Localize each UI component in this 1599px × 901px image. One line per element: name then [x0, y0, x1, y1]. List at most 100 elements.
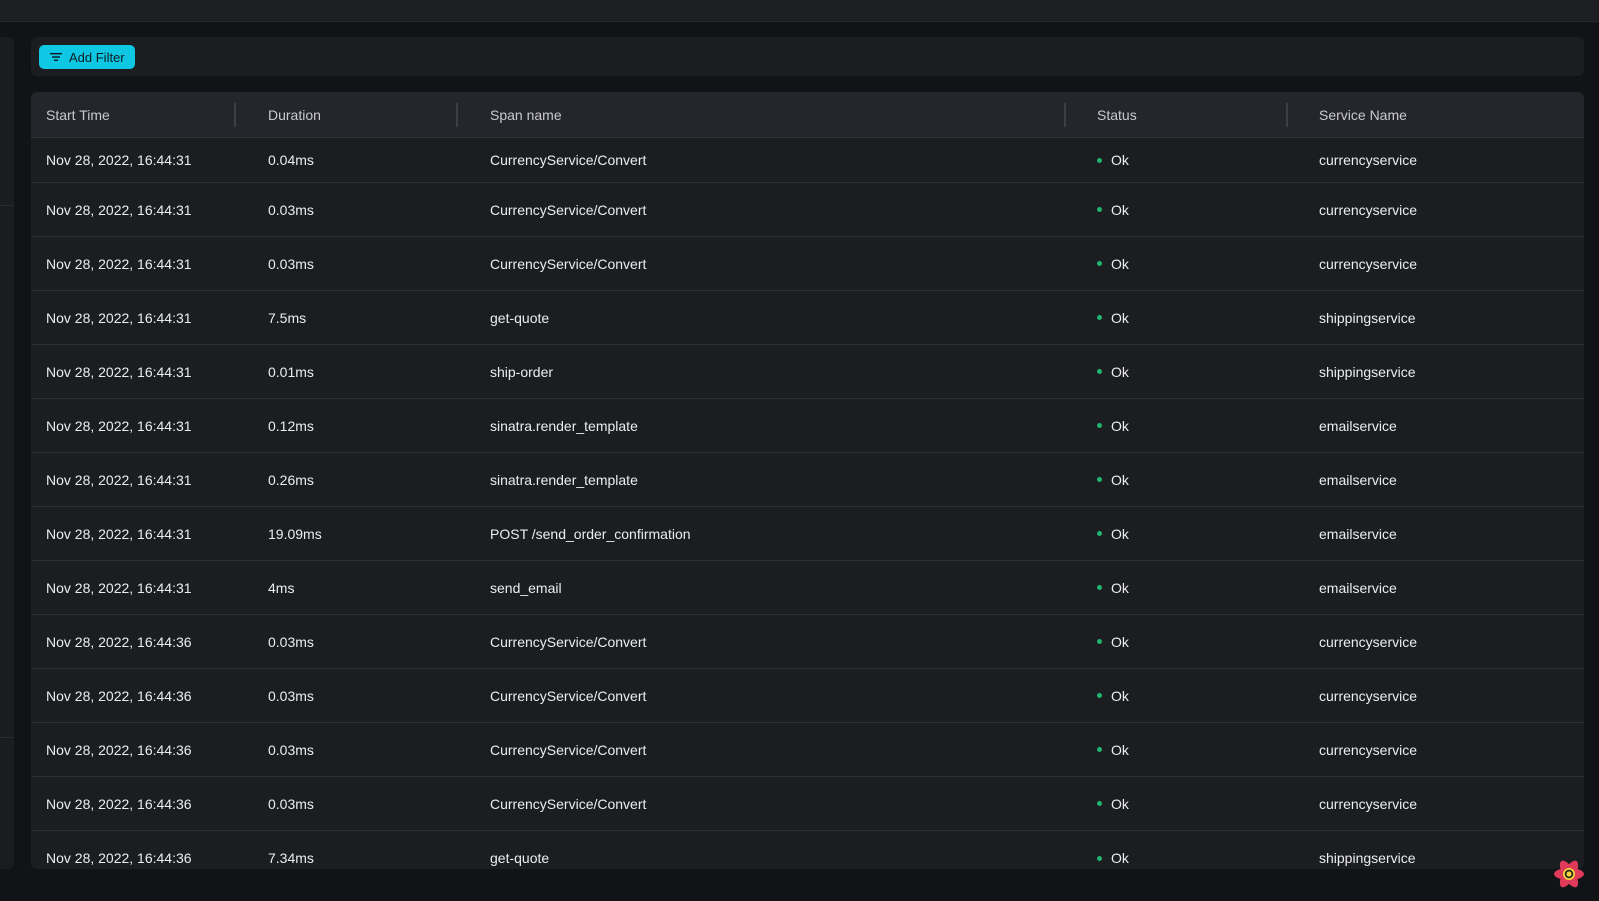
status-ok-icon	[1097, 477, 1102, 482]
react-devtools-icon[interactable]	[1552, 857, 1586, 891]
add-filter-label: Add Filter	[69, 49, 125, 65]
status-label: Ok	[1111, 850, 1129, 866]
cell-start-time: Nov 28, 2022, 16:44:31	[46, 363, 192, 380]
status-label: Ok	[1111, 633, 1129, 650]
cell-span-name: CurrencyService/Convert	[490, 255, 647, 272]
table-row[interactable]: Nov 28, 2022, 16:44:36 0.03ms CurrencySe…	[31, 669, 1584, 723]
column-header-start-time[interactable]: Start Time	[46, 92, 110, 137]
status-ok-icon	[1097, 157, 1102, 163]
column-resize-handle[interactable]	[1286, 103, 1288, 127]
table-row[interactable]: Nov 28, 2022, 16:44:31 0.04ms CurrencySe…	[31, 138, 1584, 183]
status-ok-icon	[1097, 639, 1102, 644]
table-row[interactable]: Nov 28, 2022, 16:44:31 7.5ms get-quote O…	[31, 291, 1584, 345]
cell-service-name: currencyservice	[1319, 687, 1418, 704]
cell-start-time: Nov 28, 2022, 16:44:31	[46, 417, 192, 434]
table-row[interactable]: Nov 28, 2022, 16:44:31 0.12ms sinatra.re…	[31, 399, 1584, 453]
cell-status: Ok	[1095, 138, 1129, 182]
status-label: Ok	[1111, 579, 1129, 596]
cell-status: Ok	[1095, 831, 1129, 869]
cell-service-name: emailservice	[1319, 417, 1397, 434]
side-panel-divider	[0, 205, 14, 206]
status-ok-icon	[1097, 207, 1102, 212]
cell-service-name: shippingservice	[1319, 363, 1416, 380]
cell-service-name: currencyservice	[1319, 795, 1418, 812]
cell-span-name: CurrencyService/Convert	[490, 152, 647, 168]
column-header-span-name[interactable]: Span name	[490, 92, 562, 137]
cell-start-time: Nov 28, 2022, 16:44:36	[46, 633, 192, 650]
cell-start-time: Nov 28, 2022, 16:44:36	[46, 795, 192, 812]
spans-table: Start Time Duration Span name Status Ser…	[31, 92, 1584, 869]
table-row[interactable]: Nov 28, 2022, 16:44:36 0.03ms CurrencySe…	[31, 615, 1584, 669]
table-row[interactable]: Nov 28, 2022, 16:44:31 0.01ms ship-order…	[31, 345, 1584, 399]
cell-span-name: CurrencyService/Convert	[490, 201, 647, 218]
cell-service-name: currencyservice	[1319, 741, 1418, 758]
cell-duration: 0.03ms	[268, 795, 314, 812]
cell-status: Ok	[1095, 183, 1129, 236]
cell-duration: 0.03ms	[268, 687, 314, 704]
table-row[interactable]: Nov 28, 2022, 16:44:31 0.26ms sinatra.re…	[31, 453, 1584, 507]
column-header-service-name[interactable]: Service Name	[1319, 92, 1407, 137]
cell-status: Ok	[1095, 615, 1129, 668]
cell-duration: 19.09ms	[268, 525, 322, 542]
cell-service-name: currencyservice	[1319, 255, 1418, 272]
status-label: Ok	[1111, 363, 1129, 380]
status-label: Ok	[1111, 152, 1129, 168]
cell-status: Ok	[1095, 507, 1129, 560]
column-resize-handle[interactable]	[456, 103, 458, 127]
cell-service-name: currencyservice	[1319, 201, 1418, 218]
table-row[interactable]: Nov 28, 2022, 16:44:31 19.09ms POST /sen…	[31, 507, 1584, 561]
status-label: Ok	[1111, 309, 1129, 326]
table-row[interactable]: Nov 28, 2022, 16:44:36 0.03ms CurrencySe…	[31, 723, 1584, 777]
status-ok-icon	[1097, 855, 1102, 861]
column-resize-handle[interactable]	[1064, 103, 1066, 127]
status-label: Ok	[1111, 417, 1129, 434]
cell-span-name: send_email	[490, 579, 562, 596]
cell-duration: 4ms	[268, 579, 295, 596]
cell-start-time: Nov 28, 2022, 16:44:36	[46, 687, 192, 704]
cell-duration: 0.01ms	[268, 363, 314, 380]
column-header-duration[interactable]: Duration	[268, 92, 321, 137]
cell-start-time: Nov 28, 2022, 16:44:31	[46, 579, 192, 596]
top-bar	[0, 0, 1599, 22]
table-row[interactable]: Nov 28, 2022, 16:44:31 4ms send_email Ok…	[31, 561, 1584, 615]
cell-span-name: CurrencyService/Convert	[490, 687, 647, 704]
column-resize-handle[interactable]	[234, 103, 236, 127]
add-filter-button[interactable]: Add Filter	[39, 45, 135, 69]
cell-service-name: emailservice	[1319, 471, 1397, 488]
status-label: Ok	[1111, 471, 1129, 488]
cell-duration: 0.12ms	[268, 417, 314, 434]
cell-service-name: currencyservice	[1319, 152, 1418, 168]
table-row[interactable]: Nov 28, 2022, 16:44:31 0.03ms CurrencySe…	[31, 183, 1584, 237]
status-label: Ok	[1111, 255, 1129, 272]
table-row[interactable]: Nov 28, 2022, 16:44:36 0.03ms CurrencySe…	[31, 777, 1584, 831]
table-header: Start Time Duration Span name Status Ser…	[31, 92, 1584, 138]
status-label: Ok	[1111, 687, 1129, 704]
status-ok-icon	[1097, 315, 1102, 320]
status-ok-icon	[1097, 585, 1102, 590]
cell-span-name: CurrencyService/Convert	[490, 633, 647, 650]
filter-bar: Add Filter	[31, 37, 1584, 76]
status-ok-icon	[1097, 801, 1102, 806]
cell-service-name: shippingservice	[1319, 309, 1416, 326]
cell-duration: 0.03ms	[268, 255, 314, 272]
status-ok-icon	[1097, 261, 1102, 266]
side-panel-divider	[0, 737, 14, 738]
table-row[interactable]: Nov 28, 2022, 16:44:36 7.34ms get-quote …	[31, 831, 1584, 869]
column-header-status[interactable]: Status	[1097, 92, 1137, 137]
cell-span-name: CurrencyService/Convert	[490, 795, 647, 812]
status-label: Ok	[1111, 525, 1129, 542]
cell-start-time: Nov 28, 2022, 16:44:31	[46, 255, 192, 272]
table-row[interactable]: Nov 28, 2022, 16:44:31 0.03ms CurrencySe…	[31, 237, 1584, 291]
cell-status: Ok	[1095, 399, 1129, 452]
cell-span-name: get-quote	[490, 309, 550, 326]
table-body: Nov 28, 2022, 16:44:31 0.04ms CurrencySe…	[31, 138, 1584, 869]
cell-service-name: emailservice	[1319, 525, 1397, 542]
cell-service-name: currencyservice	[1319, 633, 1418, 650]
cell-duration: 0.03ms	[268, 741, 314, 758]
cell-duration: 0.03ms	[268, 201, 314, 218]
cell-span-name: CurrencyService/Convert	[490, 741, 647, 758]
status-ok-icon	[1097, 369, 1102, 374]
cell-span-name: get-quote	[490, 850, 550, 866]
status-ok-icon	[1097, 423, 1102, 428]
cell-status: Ok	[1095, 723, 1129, 776]
